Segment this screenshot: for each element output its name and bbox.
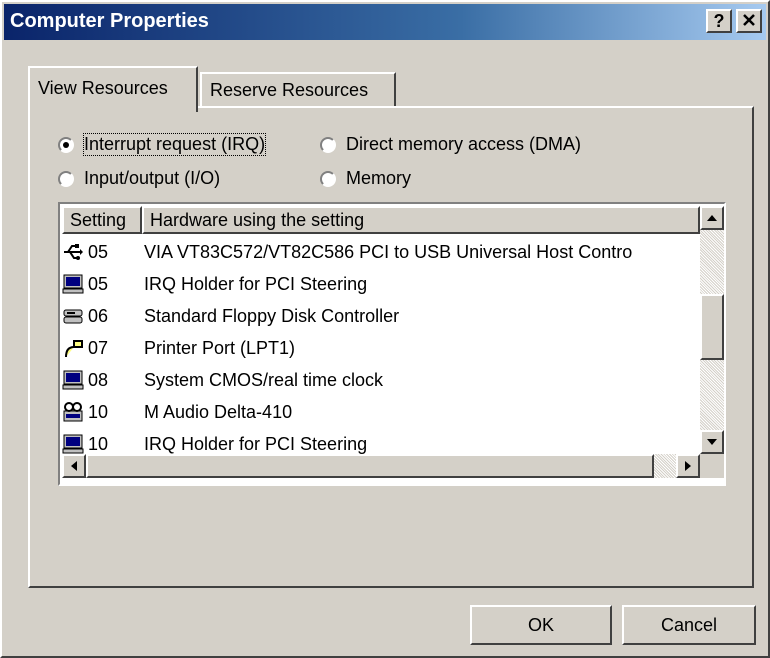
memory-radio[interactable]	[320, 170, 336, 187]
list-rows: 05 VIA VT83C572/VT82C586 PCI to USB Univ…	[62, 236, 700, 460]
list-item[interactable]: 08 System CMOS/real time clock	[62, 364, 700, 396]
hardware-name: IRQ Holder for PCI Steering	[144, 433, 368, 454]
title-bar[interactable]: Computer Properties ?	[4, 4, 766, 40]
hardware-name: Standard Floppy Disk Controller	[144, 305, 400, 326]
io-radio[interactable]	[58, 170, 74, 187]
hardware-name: Printer Port (LPT1)	[144, 337, 296, 358]
list-item[interactable]: 05 VIA VT83C572/VT82C586 PCI to USB Univ…	[62, 236, 700, 268]
dma-option[interactable]: Direct memory access (DMA)	[320, 134, 581, 155]
dma-radio[interactable]	[320, 136, 336, 153]
list-item[interactable]: 05 IRQ Holder for PCI Steering	[62, 268, 700, 300]
ok-button[interactable]: OK	[470, 605, 612, 645]
close-button[interactable]	[736, 9, 762, 33]
hardware-name: System CMOS/real time clock	[144, 369, 384, 390]
setting-value: 05	[88, 241, 109, 262]
irq-option[interactable]: Interrupt request (IRQ)	[58, 133, 267, 156]
scrollbar-corner	[700, 454, 724, 478]
setting-value: 06	[88, 305, 109, 326]
help-button[interactable]: ?	[706, 9, 732, 33]
tab-reserve-resources[interactable]: Reserve Resources	[200, 72, 396, 106]
horizontal-scroll-thumb[interactable]	[86, 454, 654, 478]
scroll-left-button[interactable]	[62, 454, 86, 478]
setting-value: 05	[88, 273, 109, 294]
usb-icon	[62, 241, 84, 263]
computer-icon	[62, 273, 84, 295]
setting-value: 08	[88, 369, 109, 390]
memory-option[interactable]: Memory	[320, 168, 411, 189]
printer-port-icon	[62, 337, 84, 359]
computer-icon	[62, 433, 84, 455]
window-title: Computer Properties	[10, 10, 209, 32]
hardware-name: IRQ Holder for PCI Steering	[144, 273, 368, 294]
irq-radio[interactable]	[58, 136, 74, 153]
column-header-hardware[interactable]: Hardware using the setting	[142, 206, 700, 234]
close-icon	[743, 14, 755, 26]
arrow-up-icon	[707, 215, 717, 221]
scroll-right-button[interactable]	[676, 454, 700, 478]
tab-view-resources[interactable]: View Resources	[28, 66, 198, 112]
arrow-right-icon	[685, 461, 691, 471]
list-item[interactable]: 06 Standard Floppy Disk Controller	[62, 300, 700, 332]
vertical-scroll-thumb[interactable]	[700, 294, 724, 360]
irq-label: Interrupt request (IRQ)	[82, 133, 267, 156]
computer-properties-dialog: Computer Properties ? View Resources Res…	[0, 0, 770, 658]
resource-list[interactable]: Setting Hardware using the setting 05 VI…	[58, 202, 726, 486]
cancel-button[interactable]: Cancel	[622, 605, 756, 645]
vertical-scrollbar[interactable]	[700, 206, 724, 454]
floppy-controller-icon	[62, 305, 84, 327]
sound-device-icon	[62, 401, 84, 423]
dma-label: Direct memory access (DMA)	[346, 134, 582, 154]
scroll-down-button[interactable]	[700, 430, 724, 454]
memory-label: Memory	[346, 168, 412, 188]
computer-icon	[62, 369, 84, 391]
hardware-name: M Audio Delta-410	[144, 401, 293, 422]
setting-value: 10	[88, 433, 109, 454]
io-option[interactable]: Input/output (I/O)	[58, 168, 220, 189]
arrow-left-icon	[71, 461, 77, 471]
column-header-setting[interactable]: Setting	[62, 206, 142, 234]
list-item[interactable]: 07 Printer Port (LPT1)	[62, 332, 700, 364]
scroll-up-button[interactable]	[700, 206, 724, 230]
horizontal-scrollbar[interactable]	[62, 454, 700, 478]
io-label: Input/output (I/O)	[84, 168, 221, 188]
list-item[interactable]: 10 M Audio Delta-410	[62, 396, 700, 428]
arrow-down-icon	[707, 439, 717, 445]
hardware-name: VIA VT83C572/VT82C586 PCI to USB Univers…	[144, 241, 633, 262]
setting-value: 10	[88, 401, 109, 422]
list-header: Setting Hardware using the setting	[62, 206, 700, 234]
setting-value: 07	[88, 337, 109, 358]
